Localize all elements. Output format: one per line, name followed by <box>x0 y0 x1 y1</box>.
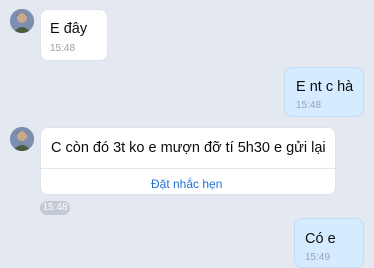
set-reminder-button[interactable]: Đặt nhắc hẹn <box>151 177 222 191</box>
message-text: C còn đó 3t ko e mượn đỡ tí 5h30 e gửi l… <box>51 140 326 156</box>
message-time: 15:48 <box>296 100 322 111</box>
message-text: Có e <box>305 231 336 247</box>
message-time: 15:49 <box>305 252 331 263</box>
contact-avatar-icon[interactable] <box>10 9 34 33</box>
reminder-divider <box>41 168 335 169</box>
message-bubble-incoming[interactable]: C còn đó 3t ko e mượn đỡ tí 5h30 e gửi l… <box>40 127 336 195</box>
chat-conversation: E đây 15:48 E nt c hà 15:48 C còn đó 3t … <box>0 0 374 268</box>
contact-avatar-icon[interactable] <box>10 127 34 151</box>
message-text: E nt c hà <box>296 79 354 95</box>
message-time-badge: 15:48 <box>40 201 70 215</box>
message-bubble-outgoing[interactable]: Có e 15:49 <box>294 218 364 268</box>
message-bubble-outgoing[interactable]: E nt c hà 15:48 <box>284 67 364 117</box>
message-bubble-incoming[interactable]: E đây 15:48 <box>40 9 108 61</box>
message-text: E đây <box>50 21 88 37</box>
message-time: 15:48 <box>50 43 76 54</box>
